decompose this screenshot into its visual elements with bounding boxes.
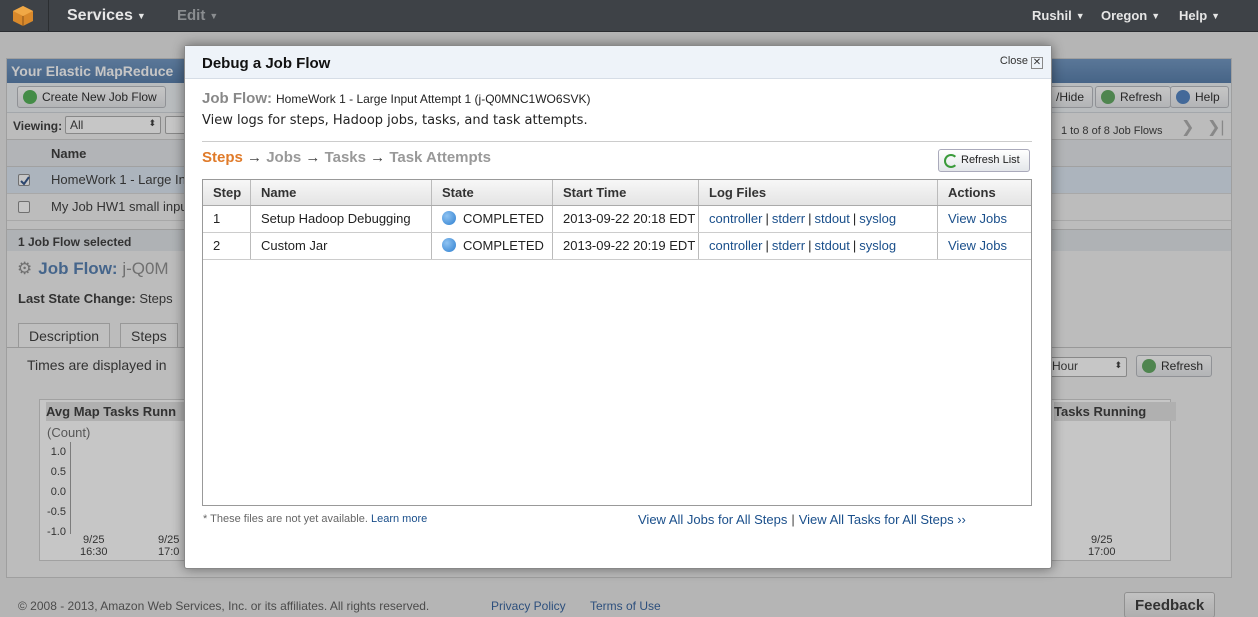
table-row: 2 Custom Jar COMPLETED 2013-09-22 20:19 … [203, 233, 1031, 260]
chevron-down-icon: ▼ [136, 11, 146, 21]
dialog-title: Debug a Job Flow [202, 55, 331, 72]
top-nav-bar: Services ▼ Edit ▼ Rushil ▼ Oregon ▼ Help ▼ [0, 0, 1258, 32]
chevron-down-icon: ▼ [1211, 11, 1221, 21]
aws-cube-logo-icon[interactable] [12, 5, 34, 27]
step-state: COMPLETED [432, 233, 553, 259]
chevron-down-icon: ▼ [1151, 11, 1161, 21]
separator: | [852, 211, 857, 226]
view-all-links: View All Jobs for All Steps | View All Tas… [638, 512, 966, 527]
separator: | [791, 512, 795, 527]
table-row: 1 Setup Hadoop Debugging COMPLETED 2013-… [203, 206, 1031, 233]
step-state: COMPLETED [432, 206, 553, 232]
edit-label: Edit [177, 7, 206, 24]
step-number: 2 [203, 233, 251, 259]
job-flow-value: HomeWork 1 - Large Input Attempt 1 (j-Q0… [276, 92, 591, 106]
user-label: Rushil [1032, 8, 1072, 23]
availability-note: * These files are not yet available. Lea… [203, 513, 427, 525]
refresh-icon [944, 154, 958, 168]
chevron-down-icon: ▼ [1075, 11, 1085, 21]
dialog-header: Debug a Job Flow Close ✕ [185, 46, 1051, 79]
status-dot-icon [442, 211, 456, 225]
job-flow-info: Job Flow: HomeWork 1 - Large Input Attemp… [202, 90, 591, 107]
step-name: Custom Jar [251, 233, 432, 259]
edit-menu[interactable]: Edit ▼ [177, 7, 218, 24]
log-files: controller | stderr | stdout | syslog [699, 206, 938, 232]
view-all-jobs-link[interactable]: View All Jobs for All Steps [638, 512, 787, 527]
actions-cell: View Jobs [938, 233, 1031, 259]
chevron-down-icon: ▼ [209, 11, 219, 21]
close-button[interactable]: Close ✕ [1000, 55, 1043, 69]
help-menu[interactable]: Help ▼ [1179, 8, 1220, 23]
region-menu[interactable]: Oregon ▼ [1101, 8, 1160, 23]
dialog-description: View logs for steps, Hadoop jobs, tasks,… [202, 113, 588, 128]
syslog-log-link[interactable]: syslog [859, 238, 896, 253]
status-dot-icon [442, 238, 456, 252]
view-all-tasks-link[interactable]: View All Tasks for All Steps ›› [799, 512, 966, 527]
refresh-list-label: Refresh List [961, 154, 1020, 166]
breadcrumb: Steps → Jobs → Tasks → Task Attempts [202, 149, 491, 166]
syslog-log-link[interactable]: syslog [859, 211, 896, 226]
note-text: * These files are not yet available. [203, 513, 368, 525]
arrow-right-icon: → [305, 149, 321, 166]
services-label: Services [67, 7, 133, 24]
region-label: Oregon [1101, 8, 1148, 23]
nav-divider [48, 0, 49, 32]
services-menu[interactable]: Services ▼ [67, 7, 146, 25]
column-name: Name [251, 180, 432, 205]
controller-log-link[interactable]: controller [709, 238, 762, 253]
arrow-right-icon: → [370, 149, 386, 166]
steps-table: Step Name State Start Time Log Files Act… [202, 179, 1032, 506]
separator: | [808, 238, 812, 253]
arrow-right-icon: → [247, 149, 263, 166]
column-start-time: Start Time [553, 180, 699, 205]
separator: | [765, 211, 769, 226]
help-label: Help [1179, 8, 1208, 23]
separator: | [765, 238, 769, 253]
table-header: Step Name State Start Time Log Files Act… [203, 180, 1031, 206]
debug-job-flow-dialog: Debug a Job Flow Close ✕ Job Flow: HomeWor… [184, 45, 1052, 569]
view-jobs-link[interactable]: View Jobs [948, 211, 1007, 226]
breadcrumb-task-attempts: Task Attempts [389, 149, 492, 166]
refresh-list-button[interactable]: Refresh List [938, 149, 1030, 172]
breadcrumb-jobs: Jobs [266, 149, 302, 166]
column-step: Step [203, 180, 251, 205]
log-files: controller | stderr | stdout | syslog [699, 233, 938, 259]
user-menu[interactable]: Rushil ▼ [1032, 8, 1085, 23]
job-flow-label: Job Flow: [202, 90, 272, 107]
column-state: State [432, 180, 553, 205]
start-time: 2013-09-22 20:18 EDT [553, 206, 699, 232]
close-icon[interactable]: ✕ [1031, 57, 1043, 69]
actions-cell: View Jobs [938, 206, 1031, 232]
column-actions: Actions [948, 185, 996, 200]
step-number: 1 [203, 206, 251, 232]
stdout-log-link[interactable]: stdout [814, 238, 849, 253]
breadcrumb-steps[interactable]: Steps [202, 149, 243, 166]
step-name: Setup Hadoop Debugging [251, 206, 432, 232]
state-label: COMPLETED [463, 238, 544, 253]
divider [202, 141, 1032, 142]
learn-more-link[interactable]: Learn more [371, 513, 427, 525]
separator: | [808, 211, 812, 226]
state-label: COMPLETED [463, 211, 544, 226]
stderr-log-link[interactable]: stderr [772, 238, 805, 253]
breadcrumb-tasks: Tasks [324, 149, 366, 166]
view-jobs-link[interactable]: View Jobs [948, 238, 1007, 253]
start-time: 2013-09-22 20:19 EDT [553, 233, 699, 259]
stdout-log-link[interactable]: stdout [814, 211, 849, 226]
column-log-files: Log Files [699, 180, 938, 205]
separator: | [852, 238, 857, 253]
stderr-log-link[interactable]: stderr [772, 211, 805, 226]
controller-log-link[interactable]: controller [709, 211, 762, 226]
close-label: Close [999, 55, 1028, 67]
